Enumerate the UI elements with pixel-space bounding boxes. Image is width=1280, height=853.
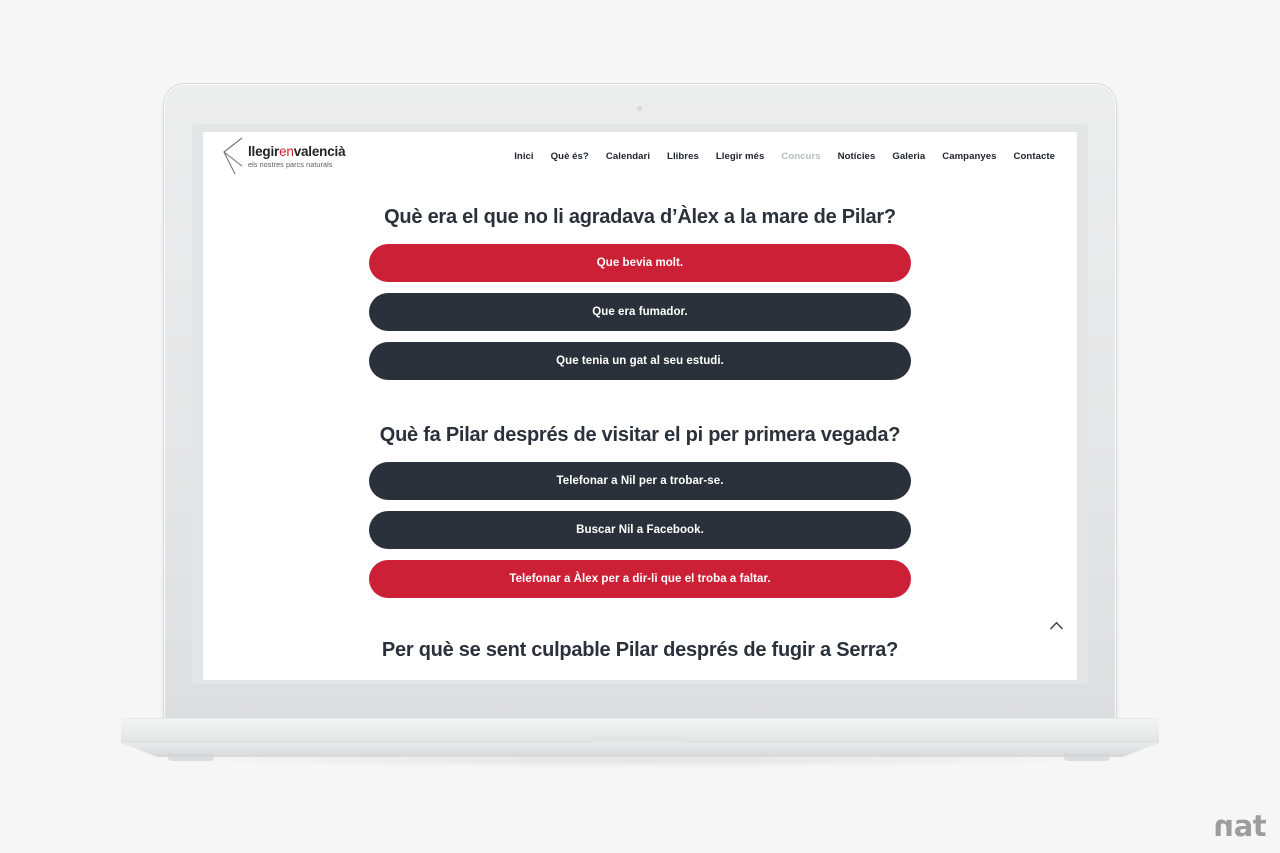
nav-item-noticies[interactable]: Notícies	[838, 151, 876, 162]
question-title-2: Què fa Pilar després de visitar el pi pe…	[379, 424, 901, 446]
nav-item-que-es[interactable]: Què és?	[551, 151, 589, 162]
answer-list-2: Telefonar a Nil per a trobar-se. Buscar …	[369, 448, 911, 598]
laptop-foot-left	[168, 754, 214, 761]
nav-item-galeria[interactable]: Galeria	[892, 151, 925, 162]
question-title-1: Què era el que no li agradava d’Àlex a l…	[384, 206, 896, 228]
brand-word-1: llegir	[248, 143, 280, 159]
brand-word-3: valencià	[293, 143, 346, 159]
webcam-icon	[637, 106, 642, 111]
nav-item-campanyes[interactable]: Campanyes	[942, 151, 996, 162]
answer-option-2-2[interactable]: Buscar Nil a Facebook.	[369, 511, 911, 549]
main-navigation: Inici Què és? Calendari Llibres Llegir m…	[514, 151, 1055, 162]
answer-option-2-3[interactable]: Telefonar a Àlex per a dir-li que el tro…	[369, 560, 911, 598]
question-title-3: Per què se sent culpable Pilar després d…	[381, 639, 899, 661]
answer-option-1-3[interactable]: Que tenia un gat al seu estudi.	[369, 342, 911, 380]
quiz-container: Què era el que no li agradava d’Àlex a l…	[203, 205, 1077, 663]
laptop-mockup: llegirenvalencià els nostres parcs natur…	[0, 0, 1280, 853]
brand-text: llegirenvalencià els nostres parcs natur…	[248, 143, 346, 169]
laptop-foot-right	[1064, 754, 1110, 761]
watermark-letter-n: n	[1213, 809, 1234, 843]
chevron-left-logo-icon	[223, 137, 243, 175]
watermark-logo: nat	[1213, 809, 1267, 843]
brand-title: llegirenvalencià	[248, 143, 346, 159]
site-logo[interactable]: llegirenvalencià els nostres parcs natur…	[222, 136, 346, 176]
nav-item-calendari[interactable]: Calendari	[606, 151, 650, 162]
laptop-base-front	[121, 743, 1159, 757]
answer-option-1-2[interactable]: Que era fumador.	[369, 293, 911, 331]
nav-item-concurs[interactable]: Concurs	[781, 151, 820, 162]
answer-list-1: Que bevia molt. Que era fumador. Que ten…	[369, 230, 911, 380]
site-header: llegirenvalencià els nostres parcs natur…	[203, 132, 1077, 180]
chevron-up-icon	[1049, 621, 1063, 629]
website-viewport: llegirenvalencià els nostres parcs natur…	[203, 132, 1077, 680]
nav-item-inici[interactable]: Inici	[514, 151, 533, 162]
scroll-to-top-button[interactable]	[1046, 615, 1066, 635]
brand-word-2: en	[279, 143, 294, 159]
quiz-question-block-1: Què era el que no li agradava d’Àlex a l…	[203, 205, 1077, 380]
brand-tagline: els nostres parcs naturals	[248, 159, 333, 169]
nav-item-contacte[interactable]: Contacte	[1014, 151, 1055, 162]
nav-item-llegir-mes[interactable]: Llegir més	[716, 151, 765, 162]
answer-option-2-1[interactable]: Telefonar a Nil per a trobar-se.	[369, 462, 911, 500]
laptop-screen: llegirenvalencià els nostres parcs natur…	[203, 132, 1077, 680]
quiz-question-block-3: Per què se sent culpable Pilar després d…	[203, 638, 1077, 663]
answer-option-1-1[interactable]: Que bevia molt.	[369, 244, 911, 282]
nav-item-llibres[interactable]: Llibres	[667, 151, 699, 162]
quiz-question-block-2: Què fa Pilar després de visitar el pi pe…	[203, 423, 1077, 598]
watermark-rest: at	[1233, 809, 1267, 843]
